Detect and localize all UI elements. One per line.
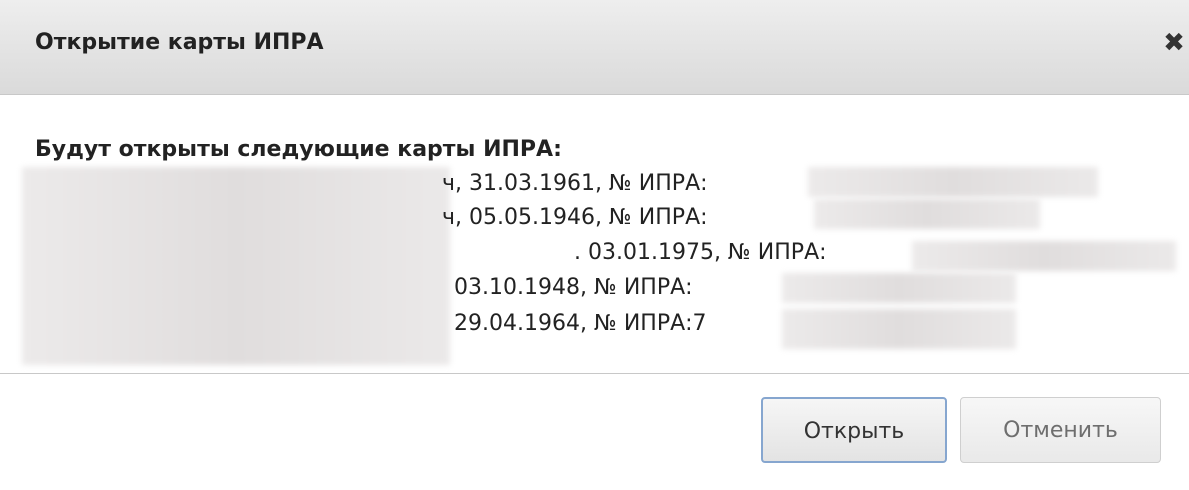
card-entry: 29.04.1964, № ИПРА:7 <box>454 311 707 336</box>
redacted-names <box>22 167 450 365</box>
card-entry: ч, 05.05.1946, № ИПРА: <box>442 205 708 230</box>
redacted-ipra-number <box>814 199 1040 229</box>
redacted-ipra-number <box>808 167 1098 197</box>
card-entry: . 03.01.1975, № ИПРА: <box>574 240 827 265</box>
dialog-titlebar: Открытие карты ИПРА ✖ <box>0 0 1189 95</box>
redacted-ipra-number <box>782 309 1016 349</box>
open-button[interactable]: Открыть <box>761 397 947 463</box>
cancel-button[interactable]: Отменить <box>960 397 1161 463</box>
open-ipra-dialog: Открытие карты ИПРА ✖ Будут открыты след… <box>0 0 1189 490</box>
redacted-ipra-number <box>912 241 1176 271</box>
footer-divider <box>0 373 1189 374</box>
card-entry: ч, 31.03.1961, № ИПРА: <box>442 171 708 196</box>
dialog-title: Открытие карты ИПРА <box>35 30 324 55</box>
close-icon[interactable]: ✖ <box>1161 28 1187 58</box>
dialog-body: Будут открыты следующие карты ИПРА: ч, 3… <box>0 95 1189 371</box>
dialog-heading: Будут открыты следующие карты ИПРА: <box>35 137 562 162</box>
redacted-ipra-number <box>782 273 1016 303</box>
card-entry: 03.10.1948, № ИПРА: <box>454 275 693 300</box>
